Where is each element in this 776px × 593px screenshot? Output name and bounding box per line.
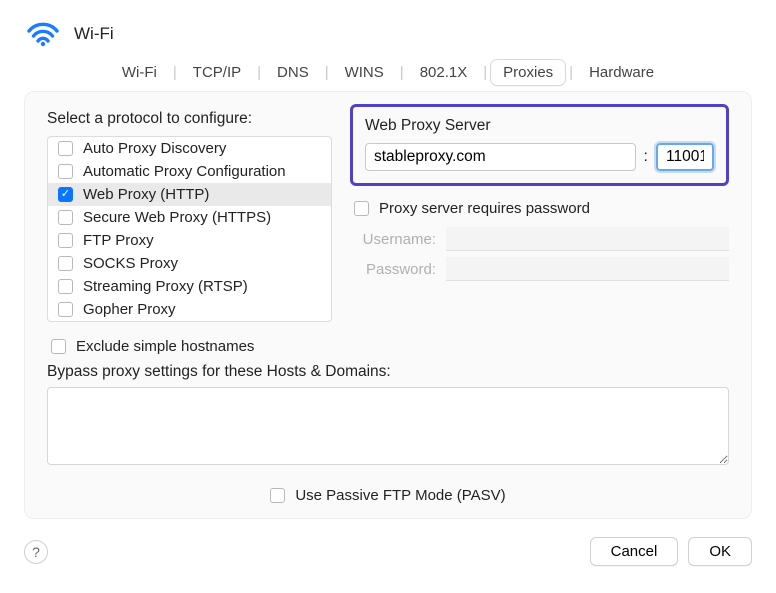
protocol-label: Auto Proxy Discovery bbox=[83, 140, 226, 157]
proxy-detail-column: Web Proxy Server : Proxy server requires… bbox=[350, 110, 729, 287]
proxy-server-label: Web Proxy Server bbox=[365, 117, 714, 135]
protocol-section-label: Select a protocol to configure: bbox=[47, 110, 332, 128]
protocol-label: Web Proxy (HTTP) bbox=[83, 186, 209, 203]
tab-wins[interactable]: WINS bbox=[333, 60, 396, 85]
exclude-hostnames-label: Exclude simple hostnames bbox=[76, 338, 254, 355]
help-button[interactable]: ? bbox=[24, 540, 48, 564]
protocol-row[interactable]: Automatic Proxy Configuration bbox=[48, 160, 331, 183]
checkbox[interactable] bbox=[58, 141, 73, 156]
checkbox[interactable] bbox=[58, 279, 73, 294]
username-row: Username: bbox=[350, 227, 729, 251]
checkbox[interactable] bbox=[58, 210, 73, 225]
bypass-textarea[interactable] bbox=[47, 387, 729, 465]
network-proxies-pane: Wi-Fi Wi-Fi| TCP/IP| DNS| WINS| 802.1X| … bbox=[0, 0, 776, 586]
password-input[interactable] bbox=[446, 257, 729, 281]
tab-dns[interactable]: DNS bbox=[265, 60, 321, 85]
bypass-label: Bypass proxy settings for these Hosts & … bbox=[47, 363, 729, 381]
protocol-list: Auto Proxy Discovery Automatic Proxy Con… bbox=[47, 136, 332, 322]
footer: ? Cancel OK bbox=[24, 537, 752, 566]
protocol-row[interactable]: SOCKS Proxy bbox=[48, 252, 331, 275]
protocol-label: Secure Web Proxy (HTTPS) bbox=[83, 209, 271, 226]
passive-ftp-label: Use Passive FTP Mode (PASV) bbox=[295, 487, 505, 504]
protocol-label: SOCKS Proxy bbox=[83, 255, 178, 272]
content-panel: Select a protocol to configure: Auto Pro… bbox=[24, 91, 752, 519]
tab-tcpip[interactable]: TCP/IP bbox=[181, 60, 253, 85]
protocol-row[interactable]: Streaming Proxy (RTSP) bbox=[48, 275, 331, 298]
wifi-icon bbox=[24, 18, 62, 50]
protocol-row[interactable]: Secure Web Proxy (HTTPS) bbox=[48, 206, 331, 229]
header: Wi-Fi bbox=[24, 18, 752, 50]
protocol-label: Streaming Proxy (RTSP) bbox=[83, 278, 248, 295]
ok-button[interactable]: OK bbox=[688, 537, 752, 566]
checkbox[interactable] bbox=[51, 339, 66, 354]
tab-proxies[interactable]: Proxies bbox=[491, 60, 565, 85]
protocol-column: Select a protocol to configure: Auto Pro… bbox=[47, 110, 332, 322]
checkbox[interactable] bbox=[58, 302, 73, 317]
protocol-label: Gopher Proxy bbox=[83, 301, 176, 318]
tab-wifi[interactable]: Wi-Fi bbox=[110, 60, 169, 85]
checkbox[interactable] bbox=[58, 164, 73, 179]
proxy-host-input[interactable] bbox=[365, 143, 636, 171]
checkbox[interactable] bbox=[58, 233, 73, 248]
username-label: Username: bbox=[350, 231, 436, 248]
host-port-separator: : bbox=[644, 148, 648, 166]
cancel-button[interactable]: Cancel bbox=[590, 537, 679, 566]
password-row: Password: bbox=[350, 257, 729, 281]
requires-password-label: Proxy server requires password bbox=[379, 200, 590, 217]
proxy-server-highlight: Web Proxy Server : bbox=[350, 104, 729, 186]
tab-hardware[interactable]: Hardware bbox=[577, 60, 666, 85]
username-input[interactable] bbox=[446, 227, 729, 251]
password-label: Password: bbox=[350, 261, 436, 278]
exclude-hostnames-row[interactable]: Exclude simple hostnames bbox=[51, 338, 729, 355]
protocol-label: Automatic Proxy Configuration bbox=[83, 163, 286, 180]
tab-bar: Wi-Fi| TCP/IP| DNS| WINS| 802.1X| Proxie… bbox=[24, 60, 752, 85]
checkbox[interactable] bbox=[58, 256, 73, 271]
checkbox[interactable] bbox=[270, 488, 285, 503]
protocol-row[interactable]: Web Proxy (HTTP) bbox=[48, 183, 331, 206]
proxy-port-input[interactable] bbox=[656, 143, 714, 171]
tab-8021x[interactable]: 802.1X bbox=[408, 60, 480, 85]
protocol-row[interactable]: Auto Proxy Discovery bbox=[48, 137, 331, 160]
passive-ftp-row[interactable]: Use Passive FTP Mode (PASV) bbox=[47, 487, 729, 504]
checkbox[interactable] bbox=[58, 187, 73, 202]
requires-password-row[interactable]: Proxy server requires password bbox=[354, 200, 729, 217]
checkbox[interactable] bbox=[354, 201, 369, 216]
protocol-label: FTP Proxy bbox=[83, 232, 154, 249]
page-title: Wi-Fi bbox=[74, 24, 114, 44]
protocol-row[interactable]: FTP Proxy bbox=[48, 229, 331, 252]
protocol-row[interactable]: Gopher Proxy bbox=[48, 298, 331, 321]
